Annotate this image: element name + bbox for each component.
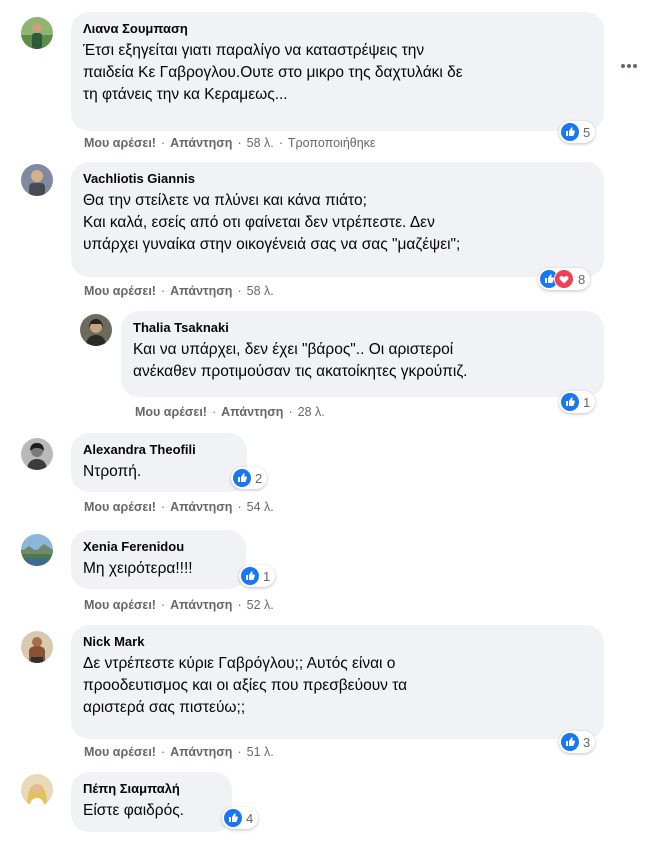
comment-actions: Μου αρέσει! · Απάντηση · 58 λ. · Τροποποιήθηκε [84,136,376,150]
comment-text: Δε ντρέπεστε κύριε Γαβρόγλου;; Αυτός είν… [83,655,408,716]
edited-label: Τροποποιήθηκε [287,136,376,150]
comment-actions: Μου αρέσει! · Απάντηση · 51 λ. [84,745,274,759]
reaction-count: 3 [583,734,591,750]
comment-bubble: Xenia Ferenidou Μη χειρότερα!!!! [71,530,246,589]
comment-author[interactable]: Λιανα Σουμπαση [83,20,592,37]
like-reaction-icon [241,567,259,585]
reply-button[interactable]: Απάντηση [170,284,232,298]
avatar[interactable] [21,631,53,663]
comment-author[interactable]: Nick Mark [83,633,592,650]
comment-text: Και να υπάρχει, δεν έχει "βάρος".. Οι αρ… [133,341,468,380]
avatar[interactable] [21,438,53,470]
comment-timestamp[interactable]: 52 λ. [247,598,274,612]
comment-bubble: Alexandra Theofili Ντροπή. [71,433,247,492]
comment-author[interactable]: Vachliotis Giannis [83,170,592,187]
like-reaction-icon [233,469,251,487]
comment-text: Είστε φαιδρός. [83,802,184,819]
reply-button[interactable]: Απάντηση [221,405,283,419]
comment-actions: Μου αρέσει! · Απάντηση · 28 λ. [135,405,325,419]
reaction-count: 5 [583,124,591,140]
reaction-count: 1 [583,394,591,410]
like-button[interactable]: Μου αρέσει! [84,284,156,298]
like-button[interactable]: Μου αρέσει! [84,598,156,612]
like-reaction-icon [561,733,579,751]
reaction-summary[interactable]: 1 [559,391,596,413]
comment-author[interactable]: Alexandra Theofili [83,441,235,458]
like-reaction-icon [561,123,579,141]
like-button[interactable]: Μου αρέσει! [84,136,156,150]
reaction-count: 2 [255,470,263,486]
avatar[interactable] [21,774,53,806]
avatar[interactable] [21,164,53,196]
reaction-summary[interactable]: 1 [239,565,276,587]
love-reaction-icon [554,269,574,289]
reply-button[interactable]: Απάντηση [170,136,232,150]
reaction-summary[interactable]: 4 [222,807,259,829]
comment-bubble: Thalia Tsaknaki Και να υπάρχει, δεν έχει… [121,311,604,397]
comment-text: Ντροπή. [83,463,142,480]
more-options-icon[interactable] [620,62,638,70]
comment-bubble: Nick Mark Δε ντρέπεστε κύριε Γαβρόγλου;;… [71,625,604,739]
reaction-summary[interactable]: 8 [538,268,591,290]
avatar[interactable] [21,534,53,566]
like-button[interactable]: Μου αρέσει! [84,500,156,514]
comment-author[interactable]: Thalia Tsaknaki [133,319,592,336]
reply-button[interactable]: Απάντηση [170,598,232,612]
comment-timestamp[interactable]: 58 λ. [247,284,274,298]
comment-author[interactable]: Xenia Ferenidou [83,538,234,555]
like-reaction-icon [224,809,242,827]
comment-actions: Μου αρέσει! · Απάντηση · 54 λ. [84,500,274,514]
reaction-summary[interactable]: 2 [231,467,268,489]
comment-bubble: Λιανα Σουμπαση Έτσι εξηγείται γιατι παρα… [71,12,604,131]
like-button[interactable]: Μου αρέσει! [135,405,207,419]
reply-button[interactable]: Απάντηση [170,500,232,514]
comment-bubble: Πέπη Σιαμπαλή Είστε φαιδρός. [71,772,232,832]
comment-timestamp[interactable]: 28 λ. [298,405,325,419]
comment-actions: Μου αρέσει! · Απάντηση · 58 λ. [84,284,274,298]
reaction-count: 8 [578,271,586,287]
reaction-summary[interactable]: 5 [559,121,596,143]
reaction-count: 4 [246,810,254,826]
comment-bubble: Vachliotis Giannis Θα την στείλετε να πλ… [71,162,604,277]
like-button[interactable]: Μου αρέσει! [84,745,156,759]
comment-timestamp[interactable]: 54 λ. [247,500,274,514]
comment-actions: Μου αρέσει! · Απάντηση · 52 λ. [84,598,274,612]
comment-text: Έτσι εξηγείται γιατι παραλίγο να καταστρ… [83,42,463,103]
comment-text: Μη χειρότερα!!!! [83,560,193,577]
reply-button[interactable]: Απάντηση [170,745,232,759]
comment-timestamp[interactable]: 58 λ. [247,136,274,150]
avatar[interactable] [21,17,53,49]
comment-author[interactable]: Πέπη Σιαμπαλή [83,780,220,797]
comment-text: Θα την στείλετε να πλύνει και κάνα πιάτο… [83,192,461,253]
like-reaction-icon [561,393,579,411]
avatar[interactable] [80,314,112,346]
reaction-count: 1 [263,568,271,584]
comment-timestamp[interactable]: 51 λ. [247,745,274,759]
reaction-summary[interactable]: 3 [559,731,596,753]
